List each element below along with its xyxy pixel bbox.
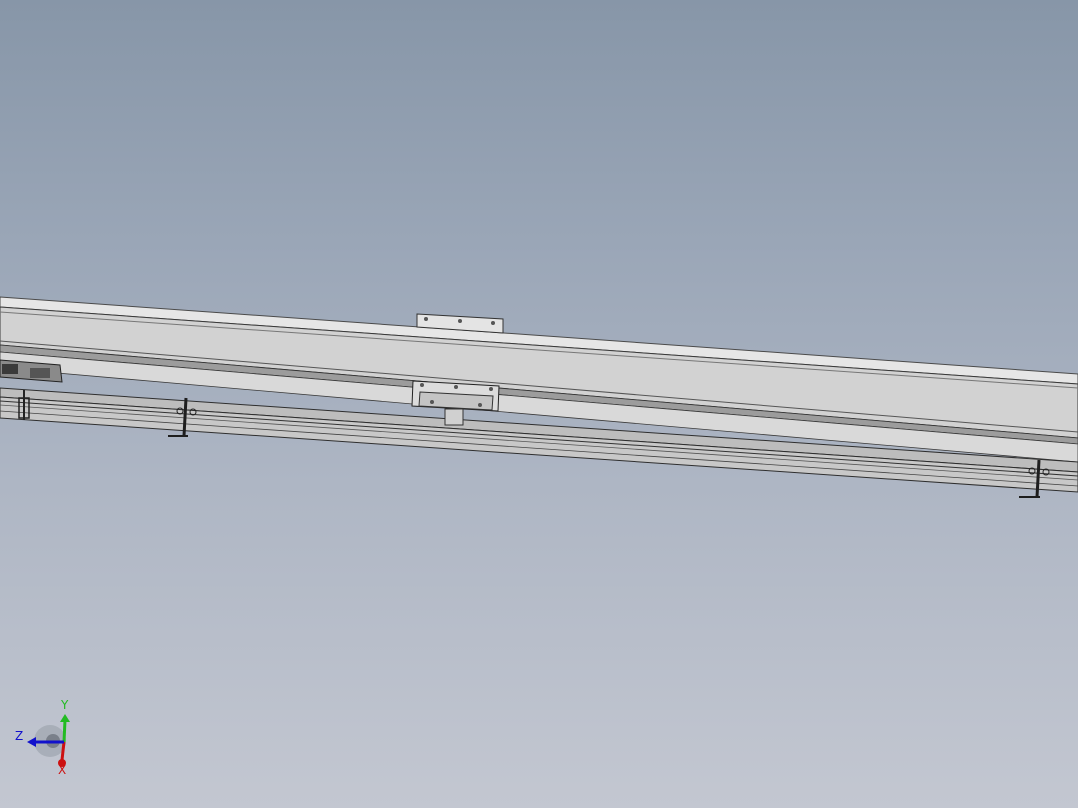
y-axis-label: Y <box>60 698 69 712</box>
z-axis-label: Z <box>15 729 23 743</box>
graphics-viewport[interactable]: Y Z X <box>0 0 1078 808</box>
y-axis-line <box>62 719 67 743</box>
y-axis-arrow <box>60 714 70 722</box>
z-axis-arrow <box>27 737 36 747</box>
x-axis-line <box>60 741 66 761</box>
x-axis-label: X <box>58 763 66 777</box>
orientation-triad[interactable]: Y Z X <box>0 0 1078 808</box>
